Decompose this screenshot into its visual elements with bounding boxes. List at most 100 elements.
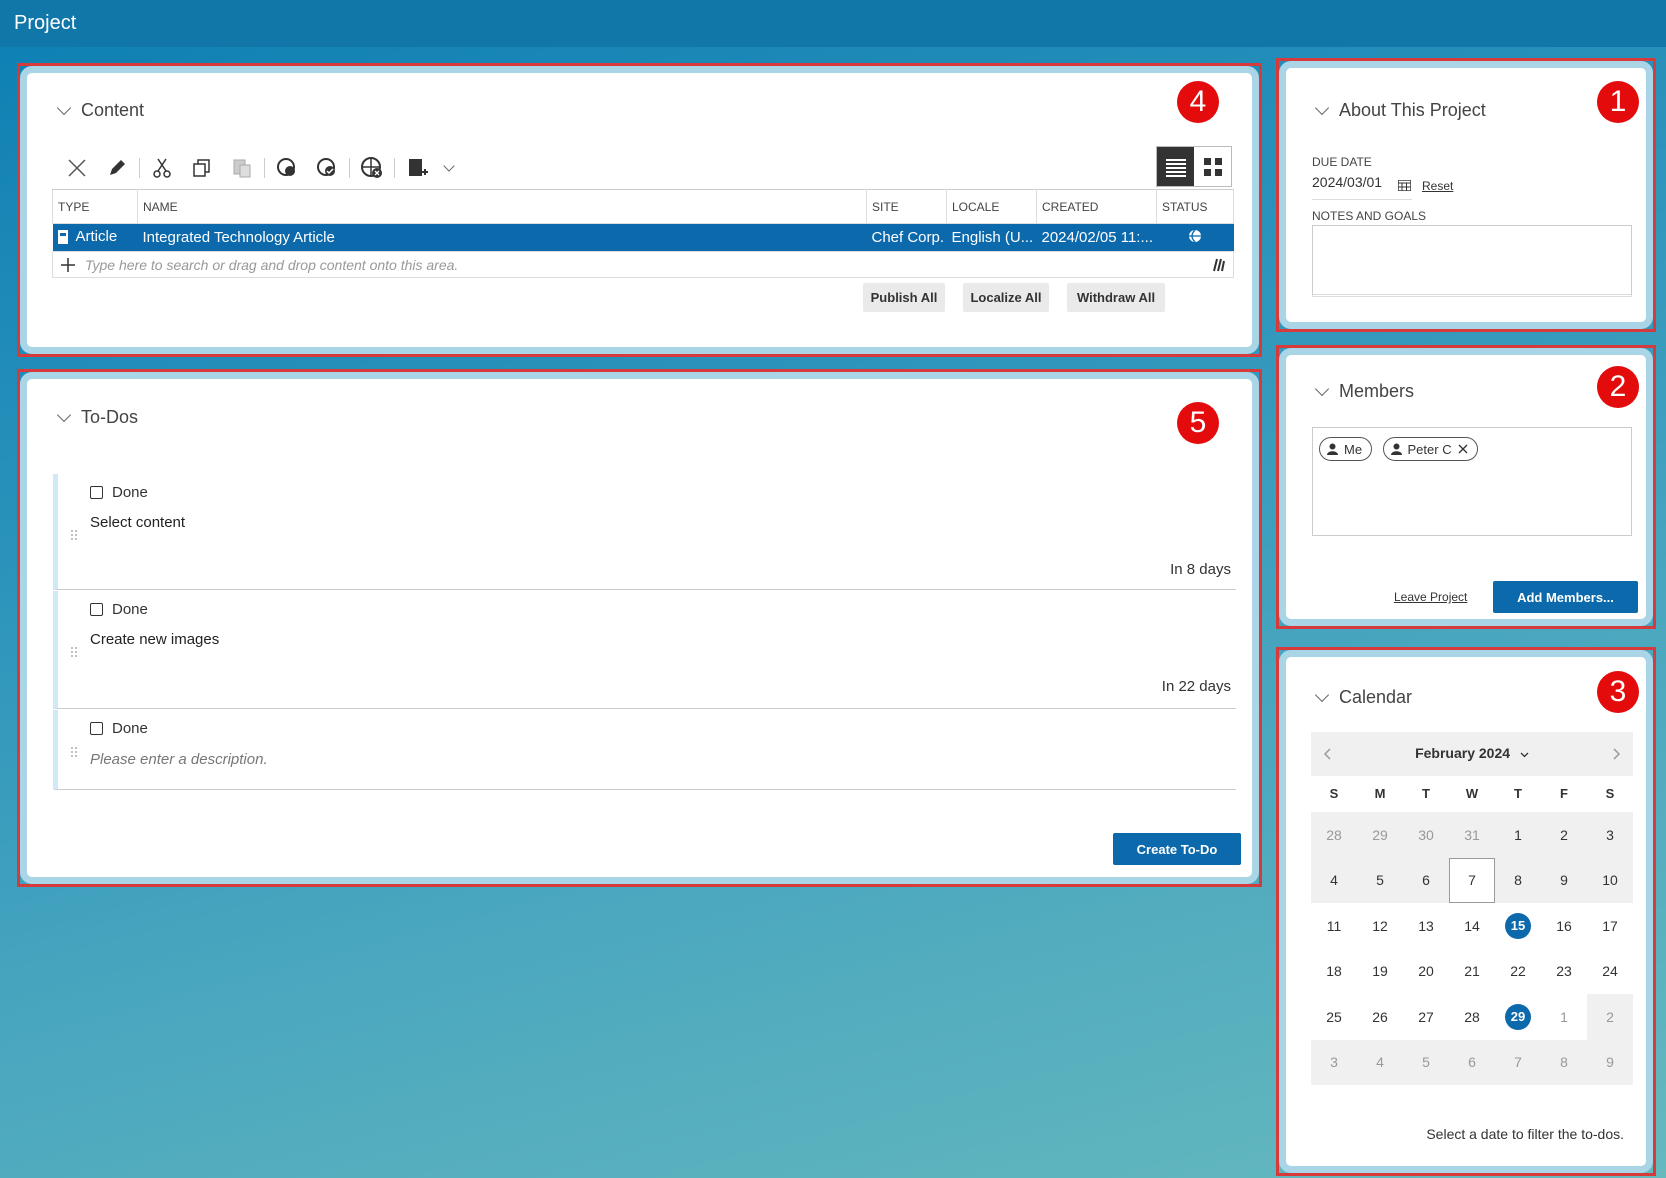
todos-header[interactable]: To-Dos (56, 407, 138, 428)
remove-member-icon[interactable] (1458, 444, 1468, 454)
todo-description[interactable]: Select content (90, 514, 185, 531)
done-checkbox[interactable]: Done (90, 720, 148, 737)
calendar-day[interactable]: 8 (1495, 857, 1541, 903)
calendar-icon[interactable] (1398, 180, 1411, 191)
calendar-day[interactable]: 16 (1541, 903, 1587, 949)
calendar-day[interactable]: 18 (1311, 949, 1357, 995)
new-document-icon[interactable] (397, 151, 437, 185)
drag-handle-icon[interactable] (70, 529, 78, 541)
reset-link[interactable]: Reset (1422, 179, 1453, 193)
paste-icon[interactable] (222, 151, 262, 185)
todo-item[interactable]: Done Select content In 8 days (53, 474, 1236, 590)
month-selector[interactable]: February 2024 (1311, 745, 1633, 761)
calendar-day[interactable]: 10 (1587, 857, 1633, 903)
calendar-day[interactable]: 27 (1403, 994, 1449, 1040)
calendar-day-marked[interactable]: 15 (1495, 903, 1541, 949)
chevron-down-icon[interactable] (1314, 381, 1330, 397)
chevron-down-icon[interactable] (56, 100, 72, 116)
due-date-input[interactable]: 2024/03/01 (1312, 174, 1412, 200)
copy-icon[interactable] (182, 151, 222, 185)
add-members-button[interactable]: Add Members... (1493, 581, 1638, 613)
checkbox-icon[interactable] (90, 486, 103, 499)
calendar-day[interactable]: 3 (1311, 1039, 1357, 1085)
leave-project-link[interactable]: Leave Project (1394, 590, 1467, 604)
todo-item[interactable]: Done Please enter a description. (53, 710, 1236, 790)
calendar-day[interactable]: 11 (1311, 903, 1357, 949)
content-header[interactable]: Content (56, 100, 144, 121)
member-chip[interactable]: Peter C (1382, 437, 1478, 461)
chevron-down-icon[interactable] (56, 407, 72, 423)
done-checkbox[interactable]: Done (90, 601, 148, 618)
calendar-day[interactable]: 5 (1403, 1039, 1449, 1085)
calendar-day[interactable]: 9 (1541, 857, 1587, 903)
cut-icon[interactable] (142, 151, 182, 185)
calendar-day-marked[interactable]: 29 (1495, 994, 1541, 1040)
notes-textarea[interactable] (1312, 225, 1632, 297)
calendar-day[interactable]: 9 (1587, 1039, 1633, 1085)
checkbox-icon[interactable] (90, 603, 103, 616)
sync-icon[interactable] (267, 151, 307, 185)
chevron-down-icon[interactable] (1314, 687, 1330, 703)
todo-description[interactable]: Please enter a description. (90, 751, 268, 768)
calendar-day[interactable]: 30 (1403, 812, 1449, 858)
withdraw-globe-icon[interactable] (352, 151, 392, 185)
calendar-day[interactable]: 6 (1403, 857, 1449, 903)
column-header-type[interactable]: TYPE (52, 189, 138, 224)
chevron-right-icon[interactable] (1611, 748, 1621, 760)
chevron-down-icon[interactable] (437, 151, 461, 185)
calendar-day[interactable]: 20 (1403, 949, 1449, 995)
calendar-day[interactable]: 26 (1357, 994, 1403, 1040)
column-header-site[interactable]: SITE (866, 189, 947, 224)
calendar-day-today[interactable]: 7 (1449, 857, 1495, 904)
calendar-day[interactable]: 7 (1495, 1039, 1541, 1085)
member-chip[interactable]: Me (1319, 437, 1373, 461)
edit-icon[interactable] (97, 151, 137, 185)
members-field[interactable]: Me Peter C (1312, 427, 1632, 536)
remove-icon[interactable] (57, 151, 97, 185)
calendar-day[interactable]: 5 (1357, 857, 1403, 903)
library-icon[interactable] (1211, 258, 1225, 272)
chevron-down-icon[interactable] (1314, 100, 1330, 116)
column-header-name[interactable]: NAME (137, 189, 867, 224)
list-view-icon[interactable] (1157, 147, 1194, 186)
todo-item[interactable]: Done Create new images In 22 days (53, 591, 1236, 709)
calendar-day[interactable]: 29 (1357, 812, 1403, 858)
withdraw-all-button[interactable]: Withdraw All (1067, 283, 1165, 312)
content-search-dropzone[interactable]: Type here to search or drag and drop con… (52, 251, 1234, 278)
drag-handle-icon[interactable] (70, 646, 78, 658)
calendar-day[interactable]: 3 (1587, 812, 1633, 858)
calendar-day[interactable]: 6 (1449, 1039, 1495, 1085)
calendar-day[interactable]: 8 (1541, 1039, 1587, 1085)
calendar-day[interactable]: 1 (1495, 812, 1541, 858)
column-header-created[interactable]: CREATED (1036, 189, 1157, 224)
chevron-down-icon[interactable] (1520, 752, 1529, 758)
calendar-day[interactable]: 4 (1311, 857, 1357, 903)
column-header-status[interactable]: STATUS (1156, 189, 1234, 224)
calendar-day[interactable]: 25 (1311, 994, 1357, 1040)
calendar-day[interactable]: 31 (1449, 812, 1495, 858)
calendar-day[interactable]: 14 (1449, 903, 1495, 949)
calendar-day[interactable]: 21 (1449, 949, 1495, 995)
calendar-header[interactable]: Calendar (1314, 687, 1412, 708)
calendar-day[interactable]: 13 (1403, 903, 1449, 949)
calendar-day[interactable]: 1 (1541, 994, 1587, 1040)
calendar-day[interactable]: 4 (1357, 1039, 1403, 1085)
create-todo-button[interactable]: Create To-Do (1113, 833, 1241, 865)
calendar-day[interactable]: 12 (1357, 903, 1403, 949)
calendar-day[interactable]: 19 (1357, 949, 1403, 995)
members-header[interactable]: Members (1314, 381, 1414, 402)
calendar-day[interactable]: 2 (1541, 812, 1587, 858)
column-header-locale[interactable]: LOCALE (946, 189, 1037, 224)
checkbox-icon[interactable] (90, 722, 103, 735)
calendar-day[interactable]: 22 (1495, 949, 1541, 995)
drag-handle-icon[interactable] (70, 746, 78, 758)
calendar-day[interactable]: 28 (1449, 994, 1495, 1040)
calendar-day[interactable]: 2 (1587, 994, 1633, 1040)
plus-icon[interactable] (61, 257, 75, 272)
todo-description[interactable]: Create new images (90, 631, 219, 648)
calendar-day[interactable]: 23 (1541, 949, 1587, 995)
grid-view-icon[interactable] (1194, 147, 1231, 186)
localize-all-button[interactable]: Localize All (963, 283, 1049, 312)
calendar-day[interactable]: 28 (1311, 812, 1357, 858)
about-header[interactable]: About This Project (1314, 100, 1486, 121)
